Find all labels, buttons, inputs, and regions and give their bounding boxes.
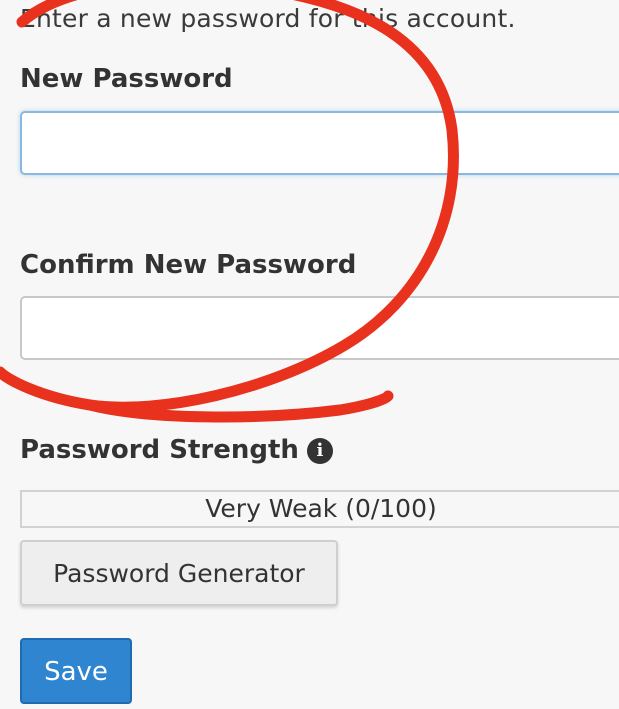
save-button[interactable]: Save <box>20 638 132 704</box>
confirm-password-label: Confirm New Password <box>20 250 357 280</box>
password-strength-meter: Very Weak (0/100) <box>20 490 619 528</box>
new-password-label: New Password <box>20 64 233 94</box>
info-icon[interactable]: i <box>306 438 333 464</box>
intro-text: Enter a new password for this account. <box>20 4 516 33</box>
password-strength-heading: Password Strength i <box>20 435 333 465</box>
password-strength-label: Password Strength <box>20 435 299 465</box>
password-strength-text: Very Weak (0/100) <box>205 494 437 523</box>
new-password-input[interactable] <box>20 111 619 175</box>
change-password-form: Enter a new password for this account. N… <box>0 0 619 709</box>
password-generator-button[interactable]: Password Generator <box>20 540 338 606</box>
confirm-password-input[interactable] <box>20 296 619 360</box>
